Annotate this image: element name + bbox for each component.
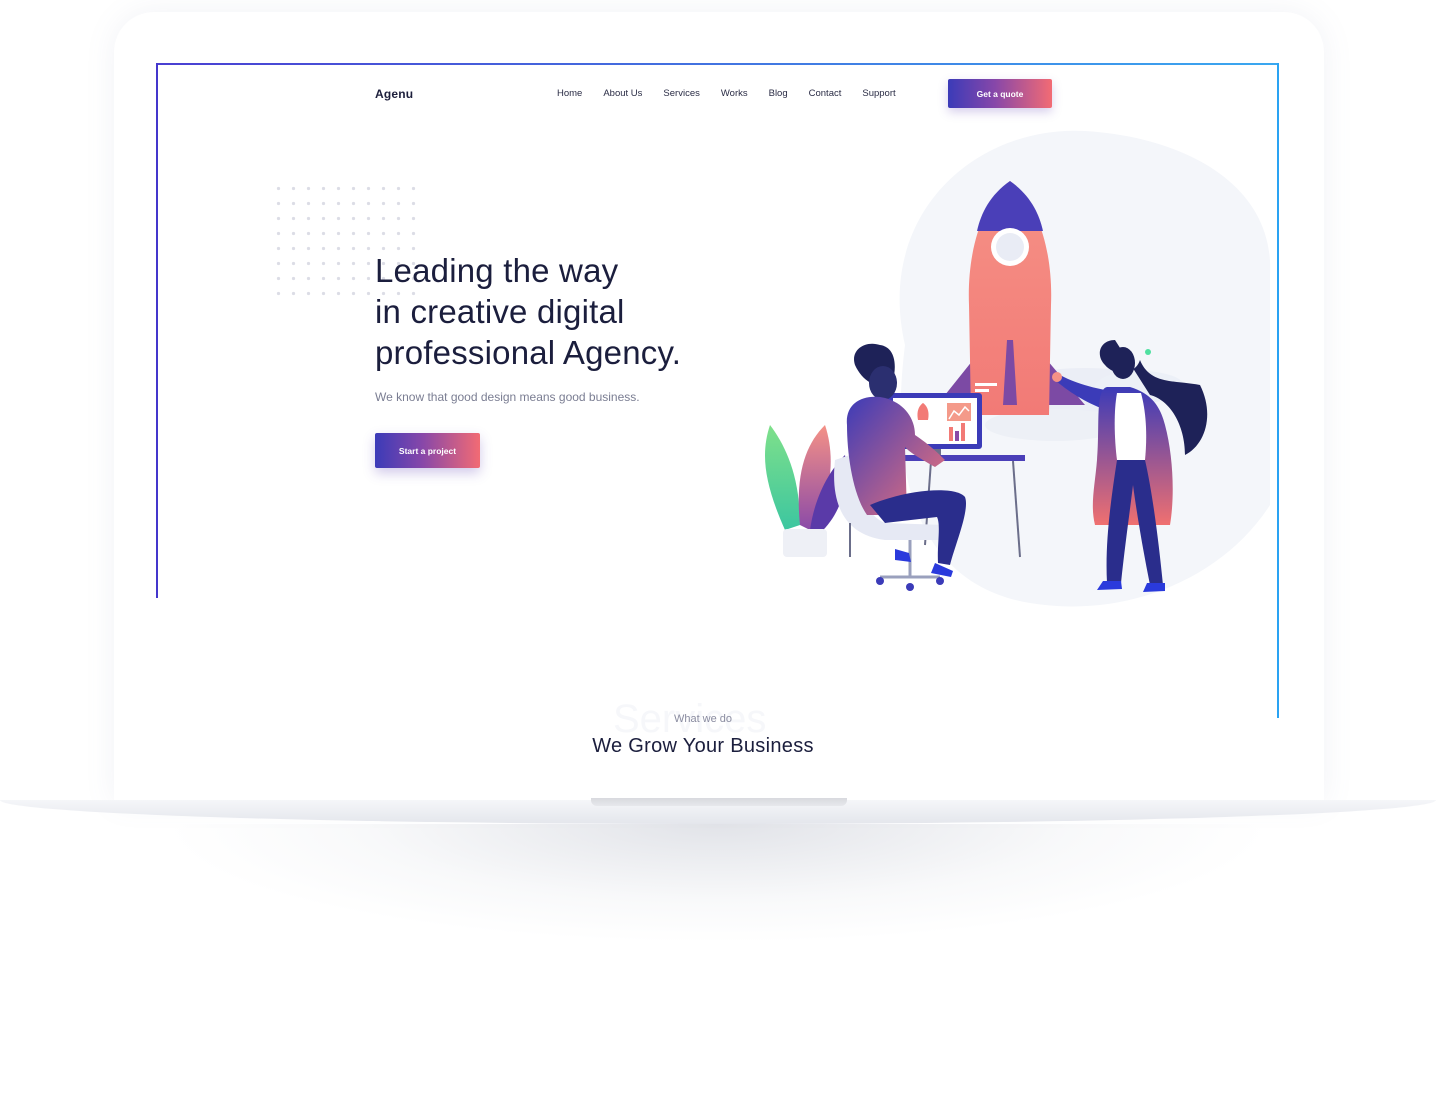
- get-a-quote-button[interactable]: Get a quote: [948, 79, 1052, 108]
- brand-logo[interactable]: Agenu: [375, 87, 413, 101]
- screen-border-top: [157, 63, 1279, 65]
- hero-illustration: [765, 130, 1271, 607]
- start-a-project-button[interactable]: Start a project: [375, 433, 480, 468]
- nav-works[interactable]: Works: [721, 88, 748, 99]
- hero-title-line: in creative digital: [375, 293, 625, 330]
- hero-title: Leading the way in creative digital prof…: [375, 250, 795, 373]
- nav-support[interactable]: Support: [862, 88, 895, 99]
- plant-graphic: [765, 425, 847, 557]
- services-title: We Grow Your Business: [592, 735, 814, 757]
- laptop-shadow: [160, 824, 1276, 944]
- nav-services[interactable]: Services: [663, 88, 699, 99]
- screen-border-right: [1277, 63, 1279, 718]
- nav-home[interactable]: Home: [557, 88, 582, 99]
- services-eyebrow: What we do: [673, 713, 733, 725]
- nav-blog[interactable]: Blog: [769, 88, 788, 99]
- screen-border-left: [156, 63, 158, 598]
- hero-title-line: professional Agency.: [375, 334, 682, 371]
- hero-subtitle: We know that good design means good busi…: [375, 390, 640, 404]
- website-screen: Agenu Home About Us Services Works Blog …: [157, 63, 1279, 770]
- nav-about-us[interactable]: About Us: [603, 88, 642, 99]
- nav-contact[interactable]: Contact: [809, 88, 842, 99]
- laptop-notch: [591, 798, 847, 806]
- main-nav: Home About Us Services Works Blog Contac…: [557, 88, 917, 99]
- hero-title-line: Leading the way: [375, 252, 619, 289]
